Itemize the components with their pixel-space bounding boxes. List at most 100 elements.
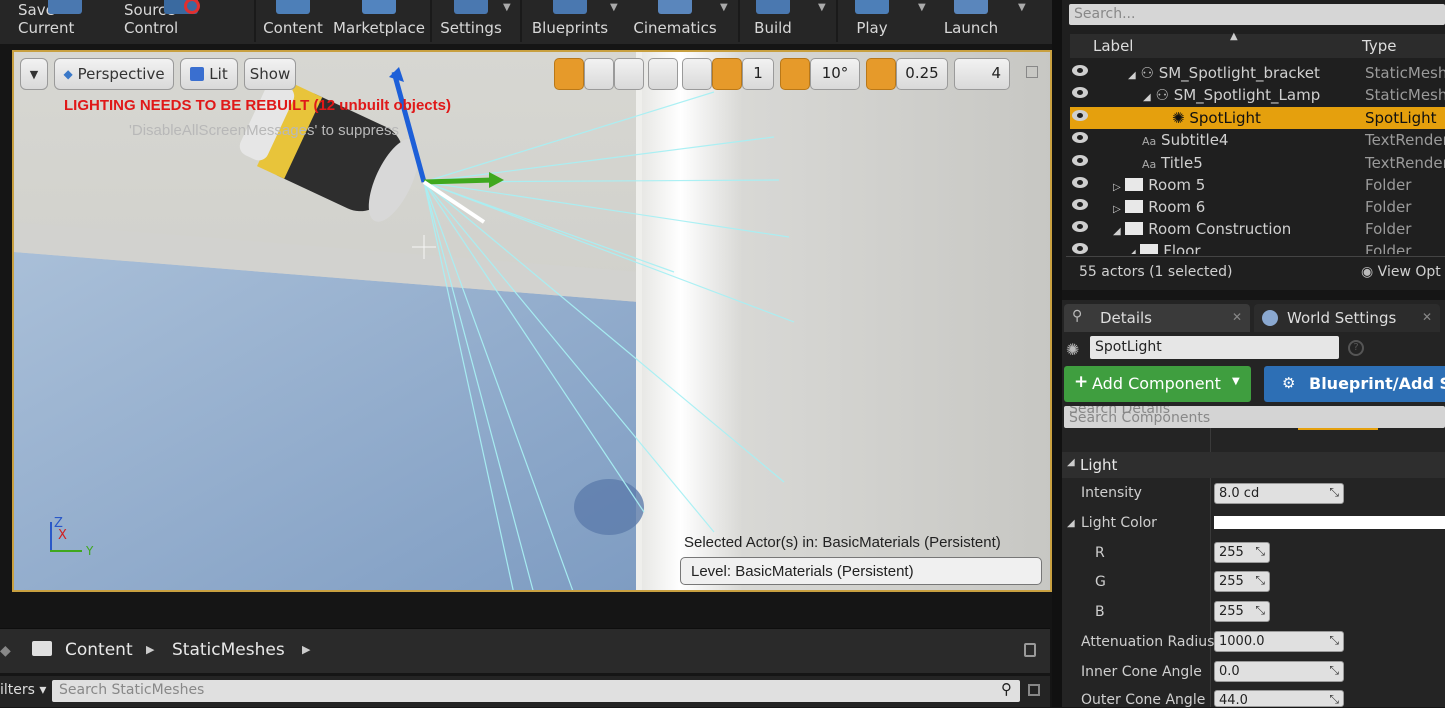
chevron-right-icon[interactable]: ▶ bbox=[302, 643, 310, 656]
scale-tool-icon[interactable] bbox=[614, 58, 644, 90]
play-dropdown-icon[interactable]: ▼ bbox=[918, 2, 926, 13]
outliner-row-label: Aa Title5 bbox=[1142, 154, 1203, 172]
launch-button[interactable]: Launch bbox=[938, 0, 1004, 42]
scale-snap-value[interactable]: 0.25 bbox=[896, 58, 948, 90]
intensity-field[interactable]: 8.0 cd bbox=[1214, 483, 1344, 504]
tab-world-settings[interactable]: World Settings ✕ bbox=[1254, 304, 1440, 332]
outer-cone-angle-label: Outer Cone Angle bbox=[1081, 692, 1206, 708]
outliner-row[interactable]: ▷ Room 6 Folder bbox=[1070, 196, 1445, 218]
eye-icon[interactable] bbox=[1072, 110, 1088, 121]
launch-dropdown-icon[interactable]: ▼ bbox=[1018, 2, 1026, 13]
search-icon: ⚲ bbox=[1072, 308, 1083, 324]
grid-snap-value[interactable]: 1 bbox=[742, 58, 774, 90]
folder-icon bbox=[1125, 178, 1144, 191]
rotation-snap-value[interactable]: 10° bbox=[810, 58, 860, 90]
toolbar-separator bbox=[254, 0, 256, 42]
close-icon[interactable]: ✕ bbox=[1232, 310, 1242, 324]
outliner-row[interactable]: ◢ Floor Folder bbox=[1070, 240, 1445, 254]
eye-icon[interactable] bbox=[1072, 199, 1088, 210]
filters-button[interactable]: ilters ▾ bbox=[0, 682, 46, 698]
settings-dropdown-icon[interactable]: ▼ bbox=[503, 2, 511, 13]
camera-speed-button[interactable]: 4 bbox=[954, 58, 1010, 90]
outliner-row[interactable]: Aa Subtitle4 TextRender bbox=[1070, 129, 1445, 151]
add-component-button[interactable]: + Add Component ▼ bbox=[1064, 366, 1251, 402]
blueprints-button[interactable]: Blueprints bbox=[530, 0, 610, 42]
eye-icon[interactable] bbox=[1072, 132, 1088, 143]
outliner-row-selected[interactable]: ✺ SpotLight SpotLight bbox=[1070, 107, 1445, 129]
eye-icon[interactable] bbox=[1072, 65, 1088, 76]
type-column-header[interactable]: Type bbox=[1362, 37, 1396, 55]
eye-icon[interactable] bbox=[1072, 243, 1088, 254]
save-current-button[interactable]: Save Current bbox=[18, 0, 114, 42]
blueprints-dropdown-icon[interactable]: ▼ bbox=[610, 2, 618, 13]
rotate-tool-icon[interactable] bbox=[584, 58, 614, 90]
folder-icon bbox=[1125, 200, 1144, 213]
panel-splitter[interactable] bbox=[1052, 0, 1062, 707]
save-icon bbox=[48, 0, 82, 14]
lock-icon[interactable] bbox=[1024, 643, 1036, 657]
view-mode-button[interactable]: Lit bbox=[180, 58, 238, 90]
r-field[interactable]: 255 bbox=[1214, 542, 1270, 563]
actor-name-input[interactable]: SpotLight bbox=[1090, 336, 1339, 359]
content-browser-header: ◆ Content ▶ StaticMeshes ▶ bbox=[0, 628, 1050, 673]
perspective-button[interactable]: ◆ Perspective bbox=[54, 58, 174, 90]
breadcrumb-content[interactable]: Content bbox=[65, 640, 133, 660]
source-control-button[interactable]: Source Control bbox=[124, 0, 234, 42]
close-icon[interactable]: ✕ bbox=[1422, 310, 1432, 324]
build-button[interactable]: Build bbox=[748, 0, 798, 42]
outliner-row-label: Aa Subtitle4 bbox=[1142, 131, 1229, 149]
blueprint-add-script-button[interactable]: ⚙ Blueprint/Add Sc bbox=[1264, 366, 1445, 402]
outliner-row[interactable]: ◢ ⚇ SM_Spotlight_bracket StaticMeshA bbox=[1070, 62, 1445, 84]
suppress-message: 'DisableAllScreenMessages' to suppress bbox=[129, 122, 400, 139]
label-column-header[interactable]: Label bbox=[1093, 37, 1133, 55]
collapse-icon[interactable]: ◢ bbox=[1067, 518, 1075, 529]
grid-snap-icon[interactable] bbox=[712, 58, 742, 90]
scale-snap-icon[interactable] bbox=[866, 58, 896, 90]
view-options-button[interactable]: ◉ View Opt bbox=[1361, 264, 1441, 280]
eye-icon[interactable] bbox=[1072, 87, 1088, 98]
world-space-icon[interactable] bbox=[648, 58, 678, 90]
search-staticmeshes-input[interactable]: Search StaticMeshes ⚲ bbox=[52, 680, 1020, 702]
rotation-snap-icon[interactable] bbox=[780, 58, 810, 90]
outliner-row[interactable]: Aa Title5 TextRender bbox=[1070, 152, 1445, 174]
globe-icon bbox=[1262, 310, 1278, 326]
outliner-search-input[interactable]: Search... bbox=[1069, 4, 1445, 25]
tab-details[interactable]: ⚲ Details ✕ bbox=[1064, 304, 1250, 332]
surface-snap-icon[interactable] bbox=[682, 58, 712, 90]
content-button[interactable]: Content bbox=[262, 0, 324, 42]
help-icon[interactable]: ? bbox=[1348, 340, 1364, 356]
level-viewport[interactable]: ▼ ◆ Perspective Lit Show 1 10° 0.25 4 LI… bbox=[12, 50, 1052, 592]
play-button[interactable]: Play bbox=[846, 0, 898, 42]
attenuation-radius-field[interactable]: 1000.0 bbox=[1214, 631, 1344, 652]
viewport-options-button[interactable]: ▼ bbox=[20, 58, 48, 90]
current-level: Level: BasicMaterials (Persistent) bbox=[680, 557, 1042, 585]
eye-icon[interactable] bbox=[1072, 177, 1088, 188]
cinematics-dropdown-icon[interactable]: ▼ bbox=[720, 2, 728, 13]
outliner-row[interactable]: ▷ Room 5 Folder bbox=[1070, 174, 1445, 196]
breadcrumb-staticmeshes[interactable]: StaticMeshes bbox=[172, 640, 285, 660]
outliner-row[interactable]: ◢ Room Construction Folder bbox=[1070, 218, 1445, 240]
light-color-label: Light Color bbox=[1081, 515, 1157, 531]
light-color-swatch[interactable] bbox=[1214, 516, 1445, 529]
eye-icon[interactable] bbox=[1072, 221, 1088, 232]
back-icon[interactable]: ◆ bbox=[0, 643, 11, 659]
inner-cone-angle-field[interactable]: 0.0 bbox=[1214, 661, 1344, 682]
g-field[interactable]: 255 bbox=[1214, 571, 1270, 592]
outliner-row[interactable]: ◢ ⚇ SM_Spotlight_Lamp StaticMeshA bbox=[1070, 84, 1445, 106]
maximize-viewport-icon[interactable] bbox=[1026, 66, 1038, 78]
outer-cone-angle-field[interactable]: 44.0 bbox=[1214, 690, 1344, 708]
save-search-icon[interactable] bbox=[1028, 684, 1040, 696]
marketplace-button[interactable]: Marketplace bbox=[333, 0, 425, 42]
build-dropdown-icon[interactable]: ▼ bbox=[818, 2, 826, 13]
eye-icon: ◉ bbox=[1361, 264, 1374, 280]
translate-tool-icon[interactable] bbox=[554, 58, 584, 90]
text-render-icon: Aa bbox=[1142, 158, 1157, 171]
chevron-right-icon[interactable]: ▶ bbox=[146, 643, 154, 656]
settings-button[interactable]: Settings bbox=[440, 0, 502, 42]
b-field[interactable]: 255 bbox=[1214, 601, 1270, 622]
eye-icon[interactable] bbox=[1072, 155, 1088, 166]
show-button[interactable]: Show bbox=[244, 58, 296, 90]
light-section-header[interactable]: ◢ Light bbox=[1062, 452, 1445, 478]
search-components-input[interactable]: Search Details Search Components bbox=[1064, 406, 1445, 428]
cinematics-button[interactable]: Cinematics bbox=[632, 0, 718, 42]
